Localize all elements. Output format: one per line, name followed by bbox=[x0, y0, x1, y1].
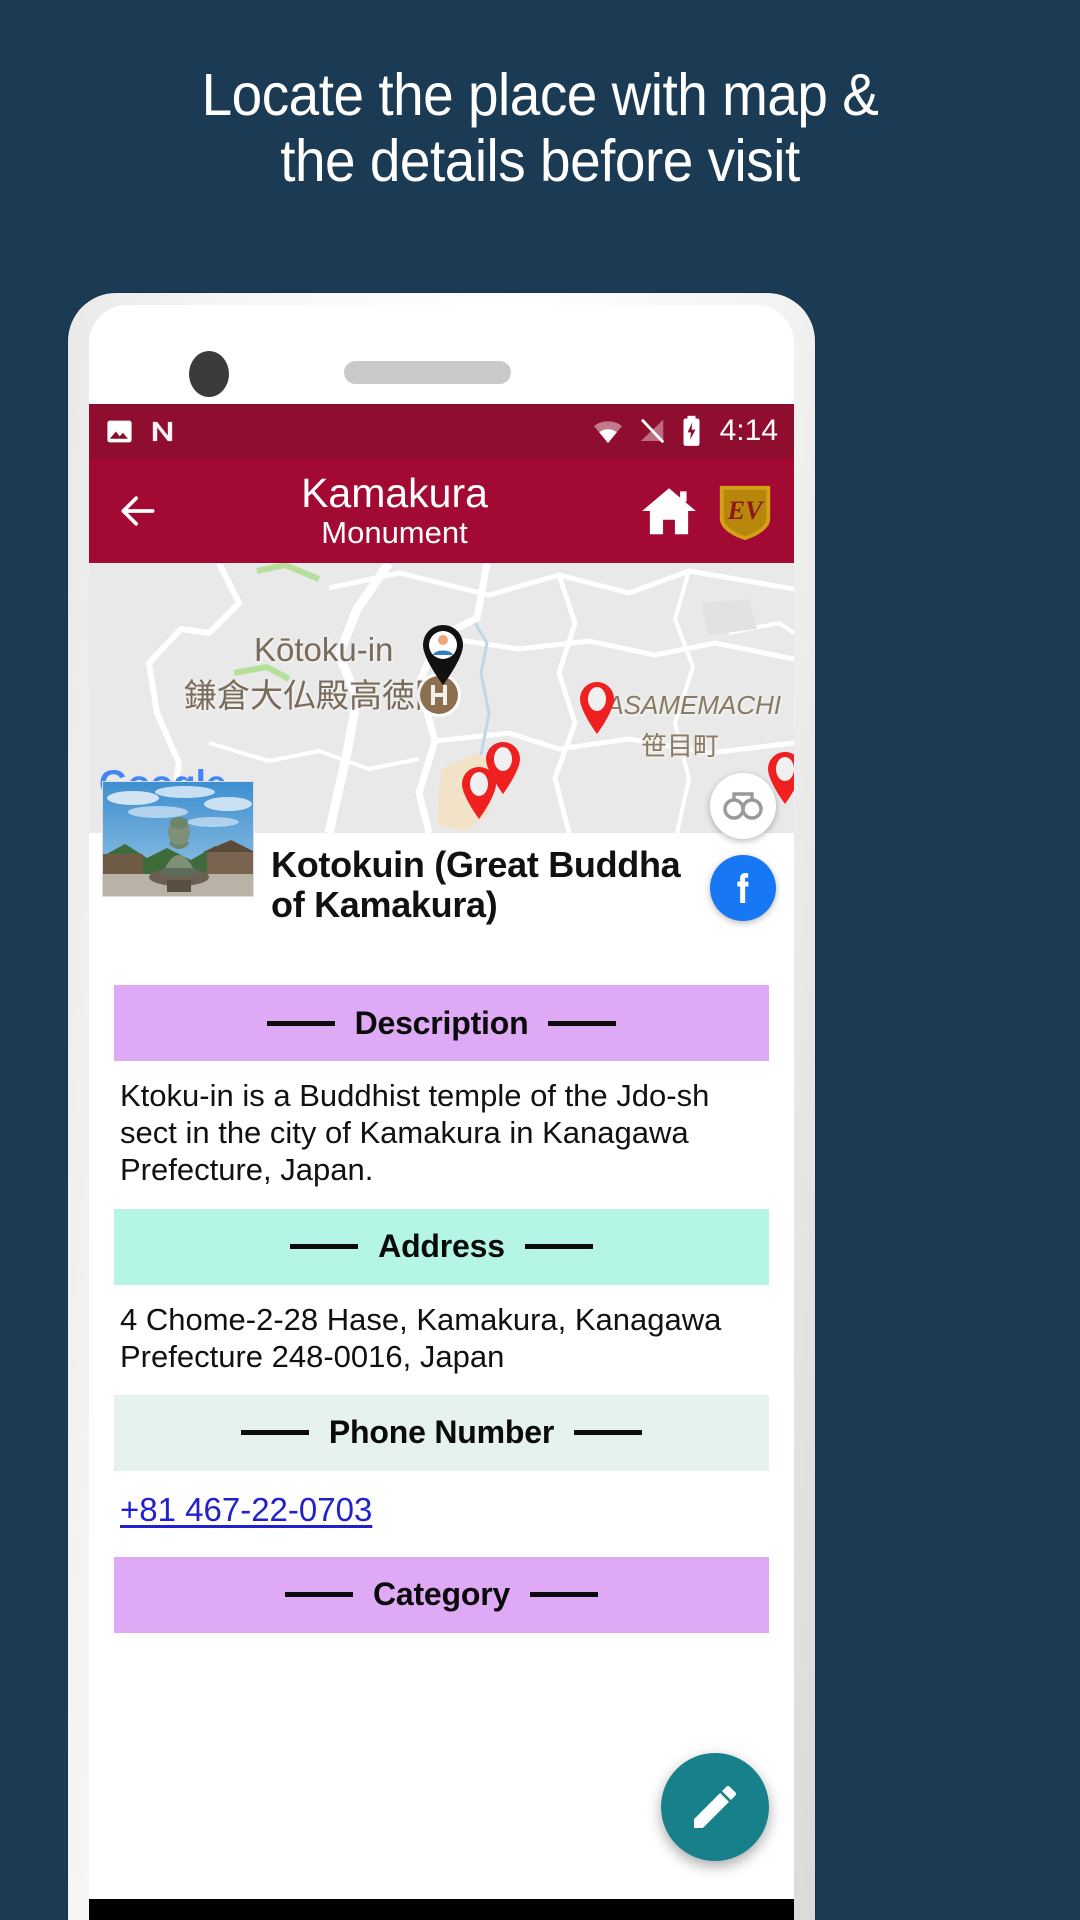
section-header-phone-number: Phone Number bbox=[114, 1394, 769, 1471]
place-pin[interactable] bbox=[577, 681, 617, 735]
status-bar-clock: 4:14 bbox=[719, 414, 778, 447]
divider-dash-left bbox=[284, 1592, 353, 1598]
edit-fab-button[interactable] bbox=[661, 1753, 769, 1861]
ev-shield-icon: EV bbox=[719, 485, 771, 540]
map-label-romaji: Kōtoku-in bbox=[254, 631, 394, 668]
app-bar-titles: Kamakura Monument bbox=[159, 472, 630, 549]
facebook-icon bbox=[737, 873, 749, 903]
page-title: Kamakura bbox=[301, 470, 488, 517]
map-label-area: SASAMEMACHI bbox=[589, 690, 782, 720]
divider-dash-right bbox=[530, 1592, 599, 1598]
section-label: Description bbox=[354, 1004, 529, 1041]
home-icon bbox=[642, 487, 696, 534]
divider-dash-right bbox=[574, 1430, 643, 1436]
phone-number-link[interactable]: +81 467-22-0703 bbox=[120, 1491, 372, 1529]
map-label-area-jp: 笹目町 bbox=[641, 731, 720, 761]
divider-dash-left bbox=[266, 1020, 335, 1026]
arrow-left-icon bbox=[121, 495, 155, 526]
street-view-button[interactable] bbox=[710, 773, 776, 839]
place-title: Kotokuin (Great Buddha of Kamakura) bbox=[271, 844, 681, 926]
ev-brand-badge[interactable]: EV bbox=[714, 480, 776, 542]
promo-headline: Locate the place with map & the details … bbox=[38, 62, 1042, 194]
phone-screen-bezel: 4:14 Kamakura Monument EV Kōtoku-in 鎌倉大仏… bbox=[89, 305, 794, 1920]
place-pin[interactable] bbox=[459, 766, 499, 820]
facebook-share-button[interactable] bbox=[710, 855, 776, 921]
signal-off-icon bbox=[640, 418, 664, 444]
status-bar-right-icons: 4:14 bbox=[592, 414, 778, 448]
section-header-category: Category bbox=[114, 1556, 769, 1633]
pencil-edit-icon bbox=[694, 1786, 736, 1828]
nova-launcher-icon bbox=[152, 421, 173, 441]
status-bar-left-icons bbox=[105, 417, 177, 446]
buddha-statue-image bbox=[103, 782, 253, 896]
wifi-icon bbox=[593, 421, 622, 443]
image-icon bbox=[107, 420, 132, 442]
app-bar: Kamakura Monument EV bbox=[89, 458, 794, 563]
divider-dash-left bbox=[240, 1430, 309, 1436]
earpiece-speaker bbox=[344, 361, 511, 384]
status-bar: 4:14 bbox=[89, 404, 794, 458]
section-header-address: Address bbox=[114, 1208, 769, 1285]
system-navigation-bar bbox=[89, 1899, 794, 1920]
divider-dash-right bbox=[548, 1020, 617, 1026]
promo-headline-line1: Locate the place with map & bbox=[201, 62, 879, 128]
map-label-japanese: 鎌倉大仏殿高徳院 bbox=[184, 677, 448, 714]
home-button[interactable] bbox=[630, 480, 708, 542]
divider-dash-right bbox=[524, 1244, 593, 1250]
section-label: Address bbox=[378, 1228, 505, 1265]
page-subtitle: Monument bbox=[321, 514, 468, 550]
description-text: Ktoku-in is a Buddhist temple of the Jdo… bbox=[120, 1078, 710, 1188]
ev-badge-text: EV bbox=[727, 495, 765, 524]
section-label: Category bbox=[372, 1576, 511, 1613]
selected-place-marker[interactable] bbox=[419, 623, 467, 687]
promo-headline-line2: the details before visit bbox=[280, 128, 800, 195]
place-summary-card: Kotokuin (Great Buddha of Kamakura) bbox=[89, 773, 794, 971]
section-header-description: Description bbox=[114, 985, 769, 1061]
phone-mockup: 4:14 Kamakura Monument EV Kōtoku-in 鎌倉大仏… bbox=[68, 293, 815, 1920]
front-camera-icon bbox=[189, 351, 229, 397]
battery-charging-icon bbox=[683, 415, 700, 446]
app-screen: 4:14 Kamakura Monument EV Kōtoku-in 鎌倉大仏… bbox=[89, 404, 794, 1920]
binoculars-icon bbox=[723, 792, 763, 820]
divider-dash-left bbox=[290, 1244, 359, 1250]
section-label: Phone Number bbox=[328, 1414, 555, 1451]
address-text: 4 Chome-2-28 Hase, Kamakura, Kanagawa Pr… bbox=[120, 1301, 722, 1374]
place-thumbnail[interactable] bbox=[102, 781, 254, 897]
